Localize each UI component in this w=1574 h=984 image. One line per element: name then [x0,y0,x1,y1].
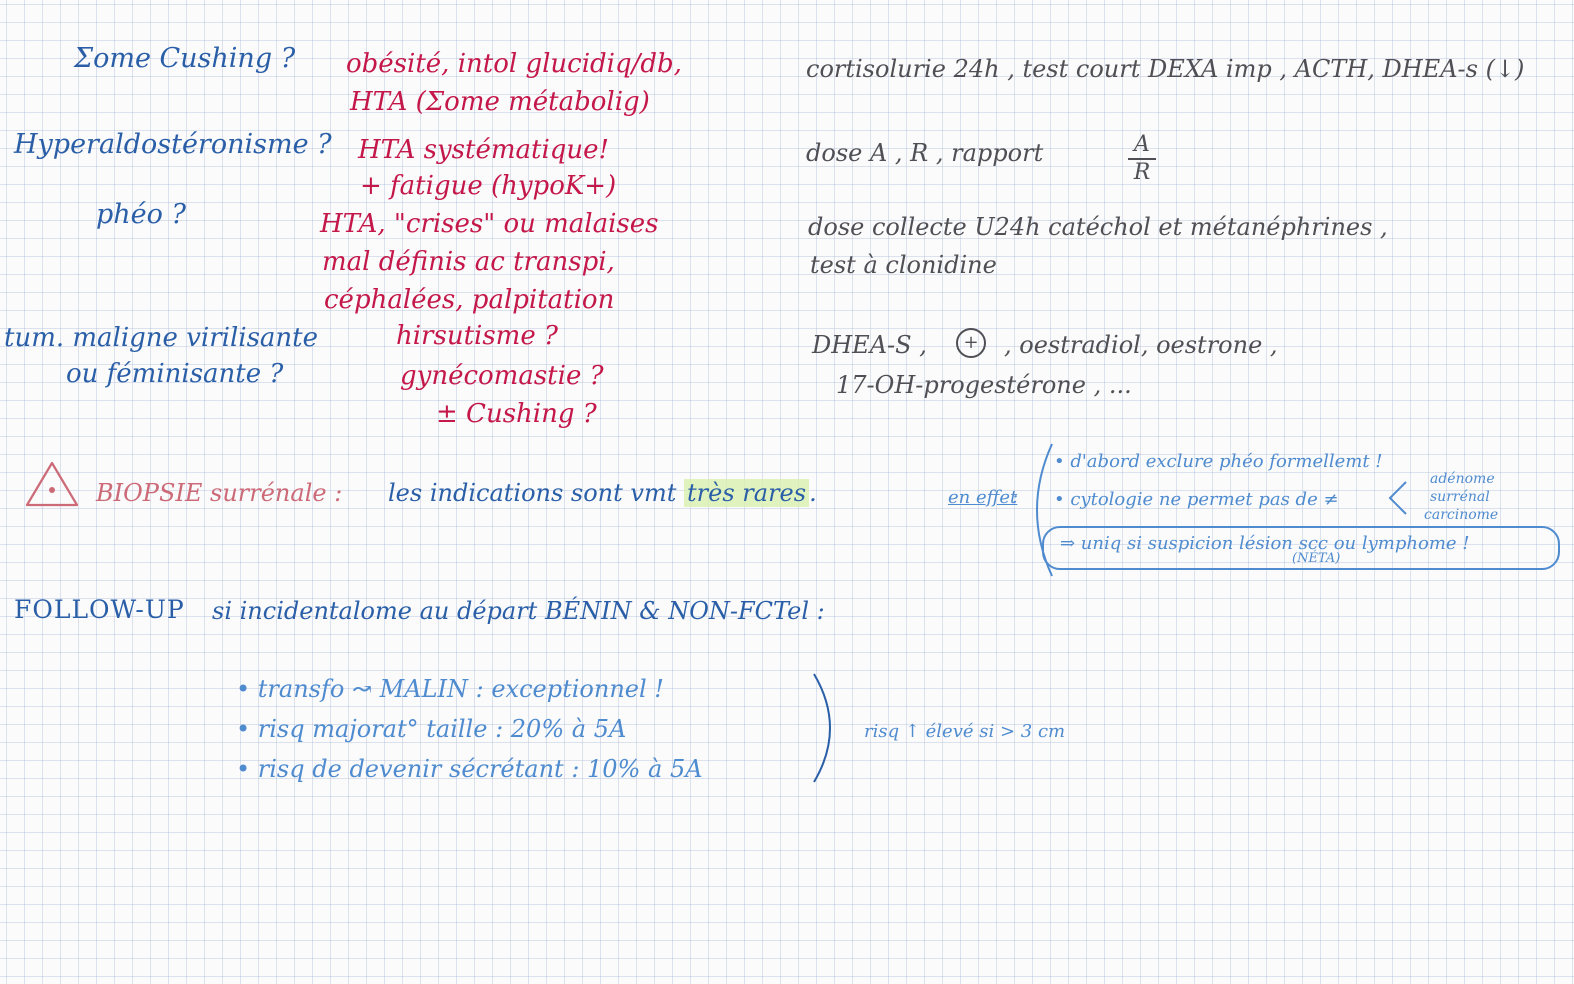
bracket-close [813,673,831,783]
biopsy-bullet1: • d'abord exclure phéo formellemt ! [1054,451,1383,472]
biopsy-highlight: très rares [684,479,810,507]
question-tumor-line1: tum. maligne virilisante [4,323,319,353]
tests-tumor-line2: 17-OH-progestérone , ... [836,371,1132,399]
tests-aldo: dose A , R , rapport [806,139,1044,167]
signs-cushing-line2: HTA (Σome métabolig) [350,87,650,117]
signs-cushing-line1: obésité, intol glucidiq/db, [346,49,682,79]
signs-pheo-line1: HTA, "crises" ou malaises [320,209,659,239]
followup-side-note: risq ↑ élevé si > 3 cm [864,721,1066,742]
surrenal-label: surrénal [1430,489,1490,505]
signs-aldo-line2: + fatigue (hypoK+) [360,171,617,201]
notebook-page: { "questions": { "cushing": "Σome Cushin… [0,0,1574,984]
tests-pheo-line2: test à clonidine [810,251,997,279]
signs-tumor-line3: ± Cushing ? [436,399,597,429]
biopsy-text-b: . [809,479,817,507]
tests-cushing: cortisolurie 24h , test court DEXA imp ,… [806,55,1525,83]
question-pheo: phéo ? [96,199,186,230]
signs-pheo-line3: céphalées, palpitation [324,285,615,315]
ratio-denominator: R [1133,160,1151,185]
signs-pheo-line2: mal définis ac transpi, [322,247,615,277]
warning-triangle-icon [25,461,79,507]
followup-item-3: • risq de devenir sécrétant : 10% à 5A [236,755,703,783]
followup-condition: si incidentalome au départ BÉNIN & NON-F… [212,597,825,625]
carcinome-label: carcinome [1424,507,1499,523]
tests-tumor-line1-b: , oestradiol, oestrone , [1004,331,1278,359]
biopsy-text-a: les indications sont vmt [388,479,677,507]
question-cushing: Σome Cushing ? [74,43,296,74]
ratio-numerator: A [1134,132,1150,157]
followup-item-1: • transfo ↝ MALIN : exceptionnel ! [236,675,664,703]
biopsy-text: les indications sont vmt très rares. [388,479,817,507]
circled-plus-icon: + [956,328,986,358]
chevron-left-icon [1388,481,1407,515]
en-effet: en effet [948,487,1018,508]
followup-item-2: • risq majorat° taille : 20% à 5A [236,715,627,743]
biopsy-title: BIOPSIE surrénale : [96,479,343,507]
biopsy-bullet2: • cytologie ne permet pas de ≠ [1054,489,1339,510]
followup-title: FOLLOW-UP [14,595,185,624]
adenome-label: adénome [1430,471,1495,487]
tests-pheo-line1: dose collecte U24h catéchol et métanéphr… [808,213,1388,241]
signs-tumor-line2: gynécomastie ? [400,361,604,391]
signs-tumor-line1: hirsutisme ? [396,321,558,351]
question-hyperaldosteronism: Hyperaldostéronisme ? [14,129,332,160]
signs-aldo-line1: HTA systématique! [358,135,609,165]
question-tumor-line2: ou féminisante ? [66,359,284,389]
tests-tumor-line1-a: DHEA-S , [812,331,927,359]
neta-label: (NÉTA) [1292,551,1341,566]
biopsy-circled-text: ⇒ uniq si suspicion lésion scc ou lympho… [1060,533,1470,554]
